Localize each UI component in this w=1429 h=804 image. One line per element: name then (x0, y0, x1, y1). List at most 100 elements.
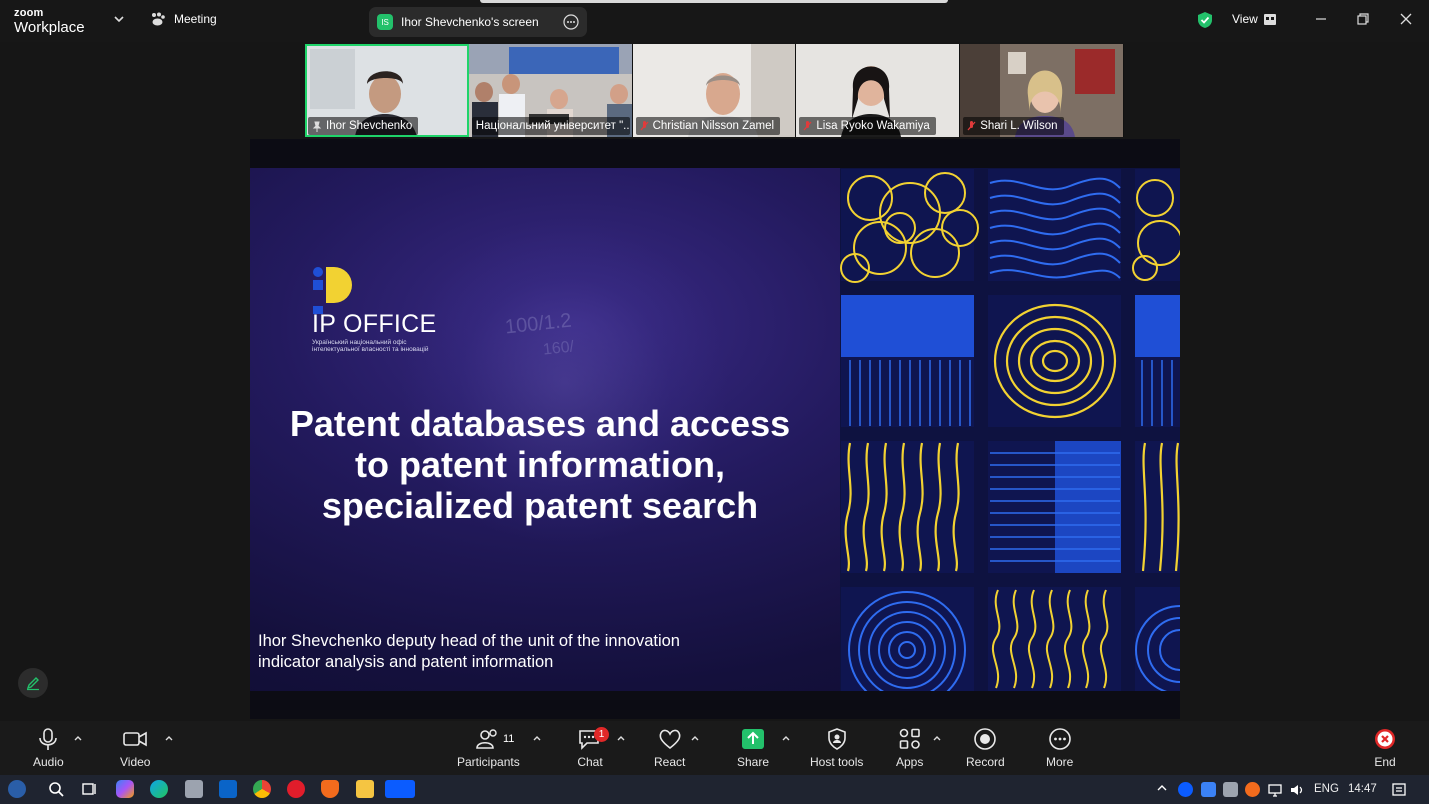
participant-name: Christian Nilsson Zamel (652, 120, 775, 132)
tile-blue-block-edge (1135, 295, 1180, 427)
clock[interactable]: 14:47 (1348, 783, 1377, 795)
end-button[interactable]: End (1372, 727, 1398, 769)
logo-wordmark: IP OFFICE (312, 310, 437, 338)
more-label: More (1046, 755, 1074, 769)
video-button[interactable]: Video (120, 727, 150, 769)
meeting-info-button[interactable]: Meeting (150, 12, 217, 26)
shared-screen[interactable]: 100/1.2 160/ IP OFFICE Український націо… (250, 139, 1180, 719)
tile-blue-block-lines (841, 295, 974, 427)
brave-icon[interactable] (321, 780, 339, 798)
meeting-label: Meeting (174, 12, 217, 26)
participant-tile[interactable]: Shari L. Wilson (960, 44, 1124, 137)
close-icon[interactable] (1399, 12, 1413, 26)
mic-icon (39, 728, 58, 750)
taskbar-search-icon[interactable] (47, 780, 65, 798)
view-button[interactable]: View (1232, 12, 1276, 26)
zoom-tray-icon[interactable] (1178, 782, 1193, 797)
react-button[interactable]: React (654, 727, 685, 769)
pattern-tiles-graphic (840, 168, 1180, 691)
share-button[interactable]: Share (737, 727, 769, 769)
mic-off-icon (640, 120, 649, 130)
language-indicator[interactable]: ENG (1314, 783, 1339, 795)
shared-screen-label: Ihor Shevchenko's screen (401, 15, 539, 29)
participant-name: Lisa Ryoko Wakamiya (816, 120, 930, 132)
more-button[interactable]: More (1046, 727, 1073, 769)
outlook-icon[interactable] (219, 780, 237, 798)
audio-options-caret[interactable] (73, 734, 83, 742)
audio-label: Audio (33, 755, 64, 769)
tile-yellow-loops (840, 169, 979, 283)
os-taskbar: ENG 14:47 (0, 775, 1429, 804)
annotate-button[interactable] (18, 668, 48, 698)
participant-tile[interactable]: Lisa Ryoko Wakamiya (796, 44, 961, 137)
apps-options-caret[interactable] (932, 734, 942, 742)
mic-off-icon (803, 120, 812, 130)
shared-screen-pill[interactable]: IS Ihor Shevchenko's screen (369, 7, 587, 37)
tray-app-icon[interactable] (1223, 782, 1238, 797)
participant-tile[interactable]: Christian Nilsson Zamel (632, 44, 797, 137)
view-label: View (1232, 12, 1258, 26)
share-options-caret[interactable] (781, 734, 791, 742)
react-options-caret[interactable] (690, 734, 700, 742)
zoom-taskbar-icon[interactable] (385, 780, 415, 798)
video-options-caret[interactable] (164, 734, 174, 742)
host-tools-label: Host tools (810, 755, 864, 769)
host-shield-icon (827, 728, 846, 750)
slide-title-line: to patent information, (355, 444, 725, 486)
start-button-emblem[interactable] (8, 780, 26, 798)
opera-icon[interactable] (287, 780, 305, 798)
slide-author-line: Ihor Shevchenko deputy head of the unit … (258, 632, 680, 650)
copilot-icon[interactable] (116, 780, 134, 798)
participant-nametag: Lisa Ryoko Wakamiya (799, 117, 936, 135)
video-label: Video (120, 755, 151, 769)
app-icon[interactable] (185, 780, 203, 798)
logo-subtitle-line: інтелектуальної власності та інновацій (312, 346, 429, 354)
slide-author-line: indicator analysis and patent informatio… (258, 653, 554, 672)
shield-check-icon[interactable] (1197, 11, 1213, 29)
tray-app-icon[interactable] (1245, 782, 1260, 797)
chevron-down-icon[interactable] (113, 13, 125, 25)
slide-ghost-text: 160/ (542, 338, 575, 359)
people-icon (476, 729, 498, 749)
ip-office-logo (313, 267, 352, 314)
chat-options-caret[interactable] (616, 734, 626, 742)
participant-name: Національний університет "... (475, 120, 630, 132)
tile-blue-edge (1135, 587, 1180, 691)
apps-button[interactable]: Apps (896, 727, 923, 769)
slide-title-line: Patent databases and access (289, 403, 791, 444)
participant-nametag: Ihor Shevchenko (308, 117, 419, 135)
chrome-icon[interactable] (253, 780, 271, 798)
participant-tile[interactable]: Ihor Shevchenko (305, 44, 469, 137)
volume-icon[interactable] (1289, 782, 1305, 798)
participant-name: Ihor Shevchenko (326, 120, 413, 132)
edge-icon[interactable] (150, 780, 168, 798)
participants-options-caret[interactable] (532, 734, 542, 742)
task-view-icon[interactable] (80, 780, 98, 798)
participants-count: 11 (503, 733, 515, 745)
record-button[interactable]: Record (966, 727, 1005, 769)
brand-line1: zoom (14, 7, 44, 19)
participant-strip: Ihor Shevchenko Національний університет… (305, 44, 1124, 137)
audio-button[interactable]: Audio (33, 727, 64, 769)
tray-app-icon[interactable] (1201, 782, 1216, 797)
tile-yellow-loops-edge (1132, 169, 1180, 281)
slide-title: Patent databases and access to patent in… (270, 403, 810, 526)
host-tools-button[interactable]: Host tools (810, 727, 863, 769)
tile-yellow-vertical-waves (841, 441, 974, 573)
share-toolbar-handle[interactable] (480, 0, 948, 3)
logo-subtitle: Український національний офіс інтелектуа… (312, 339, 472, 354)
tile-blue-concentric (841, 587, 974, 691)
chat-label: Chat (577, 755, 603, 769)
file-explorer-icon[interactable] (356, 780, 374, 798)
participant-tile[interactable]: Національний університет "... (468, 44, 633, 137)
notifications-icon[interactable] (1391, 782, 1407, 798)
tray-overflow-icon[interactable] (1155, 781, 1169, 795)
ellipsis-icon[interactable] (563, 14, 579, 30)
restore-icon[interactable] (1356, 12, 1370, 26)
camera-icon (123, 731, 148, 747)
presentation-slide: 100/1.2 160/ IP OFFICE Український націо… (250, 168, 1180, 691)
network-icon[interactable] (1267, 782, 1283, 798)
minimize-icon[interactable] (1314, 12, 1328, 26)
share-label: Share (737, 755, 770, 769)
participant-nametag: Національний університет "... (471, 117, 630, 135)
